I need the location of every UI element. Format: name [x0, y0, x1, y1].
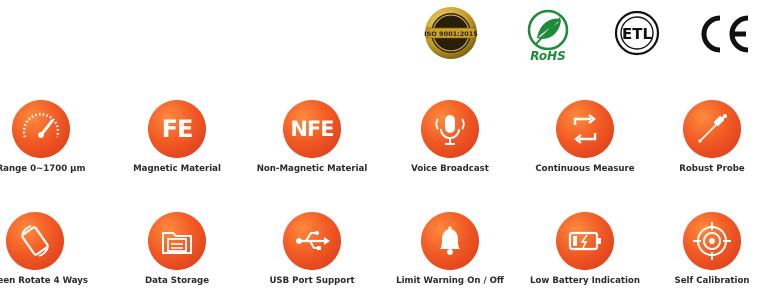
target-icon	[683, 212, 741, 270]
feature-label: Robust Probe	[679, 164, 745, 174]
feature-data-storage: Data Storage	[107, 212, 247, 286]
screen-rotate-icon	[6, 212, 64, 270]
loop-arrows-icon	[556, 100, 614, 158]
svg-text:ISO 9001:2015: ISO 9001:2015	[424, 30, 478, 38]
feature-label: Magnetic Material	[133, 164, 221, 174]
svg-text:ETL: ETL	[622, 25, 652, 43]
feature-voice: Voice Broadcast	[380, 100, 520, 174]
feature-label: Self Calibration	[674, 276, 750, 286]
rohs-logo-icon: RoHS	[520, 8, 576, 62]
feature-label: Voice Broadcast	[411, 164, 489, 174]
fe-icon: FE	[148, 100, 206, 158]
usb-icon	[283, 212, 341, 270]
low-battery-icon	[556, 212, 614, 270]
svg-text:RoHS: RoHS	[530, 49, 566, 62]
feature-limit-warning: Limit Warning On / Off	[380, 212, 520, 286]
feature-label: Range 0~1700 μm	[0, 164, 86, 174]
feature-self-calibration: Self Calibration	[642, 212, 772, 286]
feature-probe: Robust Probe	[642, 100, 772, 174]
bell-icon	[421, 212, 479, 270]
feature-label: Continuous Measure	[535, 164, 635, 174]
feature-label: USB Port Support	[269, 276, 355, 286]
folder-storage-icon	[148, 212, 206, 270]
nfe-icon: NFE	[283, 100, 341, 158]
feature-label: Limit Warning On / Off	[396, 276, 504, 286]
gauge-icon	[12, 100, 70, 158]
feature-magnetic: FE Magnetic Material	[107, 100, 247, 174]
feature-low-battery: Low Battery Indication	[515, 212, 655, 286]
feature-screen-rotate: Screen Rotate 4 Ways	[0, 212, 105, 286]
feature-label: Low Battery Indication	[530, 276, 640, 286]
probe-icon	[683, 100, 741, 158]
etl-listed-logo-icon: ETL	[614, 10, 660, 56]
feature-non-magnetic: NFE Non-Magnetic Material	[242, 100, 382, 174]
microphone-icon	[421, 100, 479, 158]
feature-range: Range 0~1700 μm	[0, 100, 111, 174]
feature-label: Non-Magnetic Material	[256, 164, 368, 174]
feature-label: Data Storage	[144, 276, 210, 286]
iso-9001-seal-icon: ISO 9001:2015	[424, 6, 478, 60]
feature-usb: USB Port Support	[242, 212, 382, 286]
feature-label: Screen Rotate 4 Ways	[0, 276, 89, 286]
ce-mark-icon	[692, 12, 756, 56]
feature-continuous: Continuous Measure	[515, 100, 655, 174]
